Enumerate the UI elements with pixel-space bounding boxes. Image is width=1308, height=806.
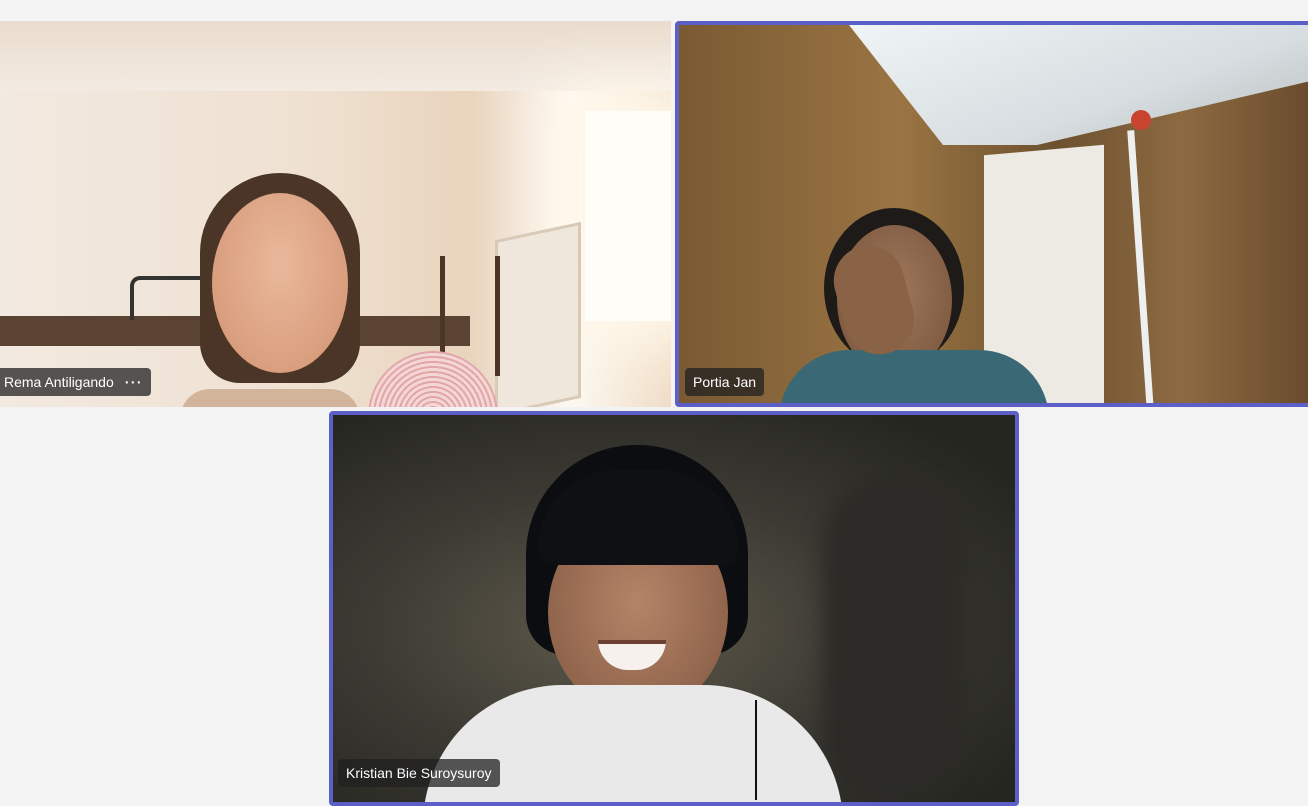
- participant-video: [333, 415, 1015, 802]
- participant-name: Rema Antiligando: [4, 374, 114, 390]
- video-tile-kristian-bie-suroysuroy[interactable]: Kristian Bie Suroysuroy: [329, 411, 1019, 806]
- participant-name-tag: Kristian Bie Suroysuroy: [338, 759, 500, 787]
- more-options-icon[interactable]: ⋯: [124, 373, 143, 391]
- participant-name: Kristian Bie Suroysuroy: [346, 765, 492, 781]
- participant-video: [679, 25, 1308, 403]
- participant-name: Portia Jan: [693, 374, 757, 390]
- participant-name-tag: Portia Jan: [685, 368, 765, 396]
- participant-video: [0, 21, 671, 407]
- video-tile-portia-jan[interactable]: Portia Jan: [675, 21, 1308, 407]
- video-tile-rema-antiligando[interactable]: Rema Antiligando ⋯: [0, 21, 671, 407]
- participant-name-tag: Rema Antiligando ⋯: [0, 368, 151, 396]
